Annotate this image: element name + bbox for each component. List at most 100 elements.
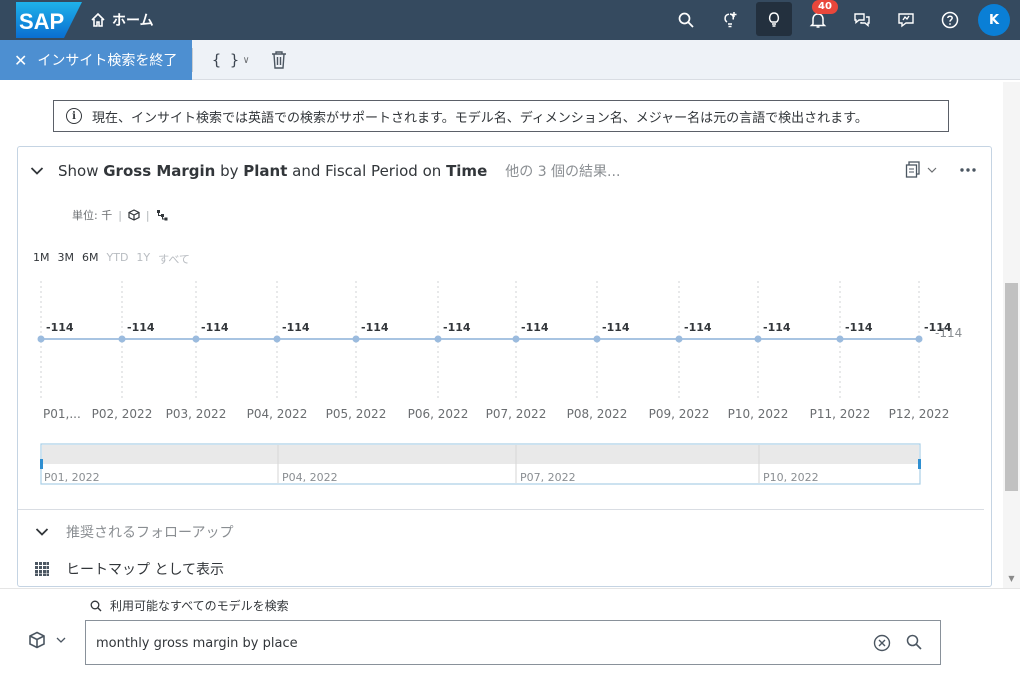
line-chart: -114 P01, 2022 P04, 2022 P07, 2022 P10, 202… [37, 281, 962, 485]
title-time: Time [446, 162, 488, 180]
insight-button[interactable] [756, 2, 792, 36]
shell-bar: SAP ホーム 40 K [0, 0, 1020, 40]
data-label: -114 [201, 321, 229, 334]
insight-add-button[interactable] [712, 0, 748, 40]
lightbulb-plus-icon [724, 12, 737, 28]
info-icon: i [66, 108, 82, 124]
lightbulb-icon [768, 12, 780, 27]
data-label: -114 [602, 321, 630, 334]
cube-icon[interactable] [128, 209, 140, 221]
x-tick-label: P10, 2022 [728, 407, 789, 421]
follow-up-toggle[interactable]: 推奨されるフォローアップ [32, 522, 233, 542]
more-results-link[interactable]: 他の 3 個の結果... [505, 161, 620, 181]
discussions-button[interactable] [844, 0, 880, 40]
data-point[interactable] [352, 335, 360, 343]
data-label: -114 [521, 321, 549, 334]
user-avatar[interactable]: K [978, 4, 1010, 36]
exit-insight-label: インサイト検索を終了 [37, 53, 178, 69]
range-option[interactable]: 6M [82, 251, 99, 267]
notice-text: 現在、インサイト検索では英語での検索がサポートされます。モデル名、ディメンション… [92, 110, 868, 126]
search-icon[interactable] [906, 634, 922, 650]
data-point[interactable] [512, 335, 520, 343]
clear-icon[interactable] [873, 634, 891, 652]
data-label: -114 [924, 321, 952, 334]
scrollbar-thumb[interactable] [1005, 283, 1018, 491]
more-options-icon[interactable] [959, 167, 977, 173]
language-notice: i 現在、インサイト検索では英語での検索がサポートされます。モデル名、ディメンシ… [53, 100, 949, 132]
data-label: -114 [684, 321, 712, 334]
home-icon [91, 12, 105, 27]
x-tick-label: P06, 2022 [408, 407, 469, 421]
heatmap-grid-icon [35, 562, 49, 576]
data-point[interactable] [675, 335, 683, 343]
data-label: -114 [443, 321, 471, 334]
search-all-label: 利用可能なすべてのモデルを検索 [110, 599, 289, 613]
range-option: すべて [158, 253, 190, 266]
data-point[interactable] [836, 335, 844, 343]
braces-icon: { } [212, 51, 240, 69]
query-input[interactable] [96, 633, 796, 653]
title-measure: Gross Margin [103, 162, 216, 180]
data-point[interactable] [37, 335, 45, 343]
data-label: -114 [845, 321, 873, 334]
x-tick-label: P11, 2022 [810, 407, 871, 421]
x-tick-label: P01,... [43, 407, 81, 421]
chevron-down-icon: ∨ [243, 54, 250, 66]
navigator-track [42, 445, 919, 464]
query-input-box [85, 620, 941, 665]
range-option[interactable]: 3M [58, 251, 75, 267]
navigator-label: P01, 2022 [44, 471, 100, 484]
unit-row: 単位: 千 | | [72, 207, 168, 223]
search-button[interactable] [668, 0, 704, 40]
x-tick-label: P03, 2022 [166, 407, 227, 421]
home-label: ホーム [112, 13, 154, 29]
title-dimension: Plant [243, 162, 288, 180]
range-option[interactable]: 1M [33, 251, 50, 267]
follow-up-label: 推奨されるフォローアップ [66, 525, 234, 541]
cube-icon [29, 631, 45, 649]
data-point[interactable] [434, 335, 442, 343]
sap-logo[interactable]: SAP [0, 0, 84, 40]
data-point[interactable] [593, 335, 601, 343]
chevron-down-icon[interactable] [30, 166, 44, 176]
x-tick-label: P05, 2022 [326, 407, 387, 421]
scroll-down-arrow[interactable]: ▼ [1005, 574, 1018, 586]
data-point[interactable] [118, 335, 126, 343]
hierarchy-icon[interactable] [156, 209, 168, 221]
x-tick-label: P09, 2022 [649, 407, 710, 421]
title-part-by: by [215, 162, 244, 180]
search-icon [678, 12, 694, 28]
show-as-heatmap-link[interactable]: ヒートマップ として表示 [32, 559, 224, 579]
trash-icon[interactable] [270, 50, 288, 70]
navigator-right-handle[interactable] [918, 459, 921, 469]
data-point[interactable] [273, 335, 281, 343]
data-label: -114 [763, 321, 791, 334]
navigator-label: P07, 2022 [520, 471, 576, 484]
chat-icon [854, 13, 870, 27]
insight-result-card: Show Gross Margin by Plant and Fiscal Pe… [17, 146, 992, 587]
model-selector-button[interactable] [28, 631, 66, 649]
data-label: -114 [361, 321, 389, 334]
range-option: YTD [106, 251, 129, 264]
card-actions [905, 161, 977, 179]
heatmap-label: ヒートマップ として表示 [66, 562, 225, 578]
title-part-show: Show [58, 162, 104, 180]
variables-button[interactable]: { } ∨ [212, 40, 249, 80]
data-point[interactable] [192, 335, 200, 343]
feedback-button[interactable] [888, 0, 924, 40]
x-tick-label: P07, 2022 [486, 407, 547, 421]
copy-icon [905, 161, 920, 178]
search-all-models-link[interactable]: 利用可能なすべてのモデルを検索 [90, 597, 289, 614]
home-link[interactable]: ホーム [90, 0, 154, 40]
unit-label: 単位: 千 [72, 209, 113, 222]
data-point[interactable] [754, 335, 762, 343]
exit-insight-search-button[interactable]: ✕ インサイト検索を終了 [0, 40, 192, 80]
data-point[interactable] [915, 335, 923, 343]
help-button[interactable] [932, 0, 968, 40]
data-label: -114 [46, 321, 74, 334]
insight-toolbar: ✕ インサイト検索を終了 { } ∨ [0, 40, 1020, 80]
navigator-left-handle[interactable] [40, 459, 43, 469]
copy-menu-button[interactable] [905, 161, 937, 179]
chevron-down-icon [56, 637, 66, 643]
feedback-icon [898, 13, 914, 28]
